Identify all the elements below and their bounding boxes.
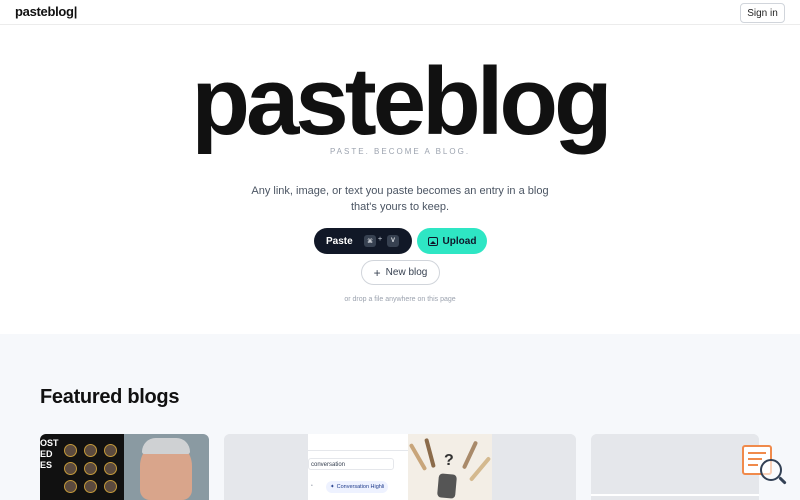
card-photo: [124, 434, 209, 500]
conversation-chip: ✦ Conversation Highli: [326, 481, 389, 493]
upload-label: Upload: [442, 235, 477, 247]
chip-label: Conversation Highli: [336, 484, 385, 490]
featured-blog-card[interactable]: OST ED ES: [40, 434, 209, 500]
upload-button[interactable]: Upload: [417, 228, 487, 254]
more-icon: •: [311, 483, 313, 489]
collage-strip: [461, 440, 479, 470]
key-plus: +: [378, 236, 383, 243]
cmd-key: ⌘: [364, 235, 376, 247]
paste-label: Paste: [326, 235, 353, 247]
hair: [142, 438, 190, 454]
portrait-icon: [104, 480, 117, 493]
question-mark: ?: [444, 452, 454, 469]
tagline: PASTE. BECOME A BLOG.: [329, 147, 471, 156]
portrait-icon: [84, 444, 97, 457]
search-document-icon[interactable]: [742, 445, 790, 489]
hero-title: pasteblog: [191, 48, 612, 155]
collage-figure: [436, 473, 458, 499]
plus-icon: +: [373, 265, 381, 280]
featured-blog-card[interactable]: conversation • ✦ Conversation Highli ?: [224, 434, 576, 500]
card-placeholder: [492, 434, 576, 500]
collage-strip: [408, 443, 428, 471]
drop-hint: or drop a file anywhere on this page: [344, 296, 456, 303]
collage-strip: [424, 437, 436, 469]
doc-line: [748, 458, 762, 460]
featured-title: Featured blogs: [40, 386, 180, 408]
card-collage: ?: [408, 434, 492, 500]
card-placeholder: [224, 434, 308, 500]
new-blog-button[interactable]: + New blog: [361, 260, 440, 285]
doc-line: [748, 464, 758, 466]
new-blog-label: New blog: [385, 267, 428, 278]
doc-line: [748, 452, 766, 454]
featured-blog-card[interactable]: [591, 434, 759, 500]
portrait-icon: [64, 462, 77, 475]
magnifier-handle: [778, 476, 787, 485]
portrait-icon: [84, 480, 97, 493]
hero-description: Any link, image, or text you paste becom…: [251, 185, 549, 213]
card-placeholder: [591, 434, 675, 500]
card-screenshot: conversation • ✦ Conversation Highli: [308, 434, 408, 500]
collage-strip: [468, 456, 492, 482]
logo[interactable]: pasteblog|: [15, 4, 77, 19]
portrait-icon: [104, 462, 117, 475]
portrait-icon: [104, 444, 117, 457]
card-thumbnail-text: OST ED ES: [40, 438, 59, 470]
portrait-icon: [64, 480, 77, 493]
sign-in-button[interactable]: Sign in: [740, 3, 785, 23]
v-key: V: [387, 235, 399, 247]
portrait-icon: [64, 444, 77, 457]
portrait-icon: [84, 462, 97, 475]
divider: [308, 450, 408, 451]
paste-button[interactable]: Paste ⌘ + V: [314, 228, 412, 254]
image-icon: [427, 236, 438, 246]
divider: [591, 494, 759, 496]
card-thumbnail: OST ED ES: [40, 434, 124, 500]
conversation-label: conversation: [311, 462, 346, 468]
top-bar: pasteblog| Sign in: [0, 0, 800, 25]
sparkle-icon: ✦: [330, 484, 335, 490]
